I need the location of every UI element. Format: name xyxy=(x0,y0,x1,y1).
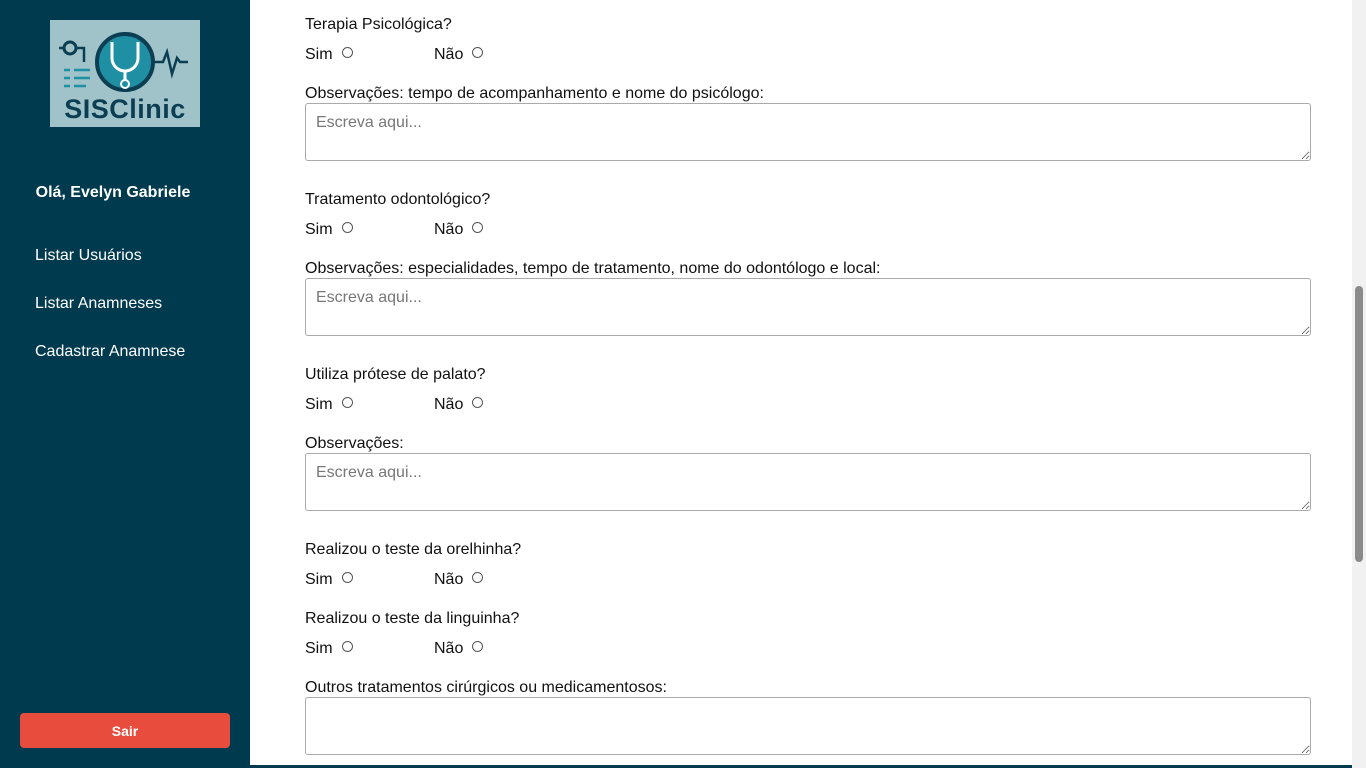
scrollbar-thumb[interactable] xyxy=(1355,286,1363,562)
radio-linguinha-sim[interactable] xyxy=(342,641,353,652)
radio-linguinha-nao[interactable] xyxy=(472,641,483,652)
option-nao-label: Não xyxy=(434,46,464,63)
obs-odonto-textarea[interactable] xyxy=(305,278,1311,336)
sidebar-item-listar-usuarios[interactable]: Listar Usuários xyxy=(35,246,185,294)
question-terapia-psicologica: Terapia Psicológica? xyxy=(305,16,452,33)
question-teste-orelhinha: Realizou o teste da orelhinha? xyxy=(305,541,522,558)
question-tratamento-odontologico: Tratamento odontológico? xyxy=(305,191,491,208)
option-nao-label: Não xyxy=(434,571,464,588)
outros-tratamentos-label: Outros tratamentos cirúrgicos ou medicam… xyxy=(305,679,667,696)
question-teste-linguinha: Realizou o teste da linguinha? xyxy=(305,610,520,627)
radio-psicologica-sim[interactable] xyxy=(342,47,353,58)
option-sim-label: Sim xyxy=(305,571,333,588)
obs-protese-textarea[interactable] xyxy=(305,453,1311,511)
anamnese-form: Terapia Psicológica? Sim Não Observações… xyxy=(250,0,1352,768)
radio-odonto-sim[interactable] xyxy=(342,222,353,233)
radio-protese-sim[interactable] xyxy=(342,397,353,408)
option-nao-label: Não xyxy=(434,396,464,413)
option-sim-label: Sim xyxy=(305,396,333,413)
sisclinic-logo[interactable]: SISClinic xyxy=(50,20,200,127)
obs-psicologica-textarea[interactable] xyxy=(305,103,1311,161)
radio-orelhinha-nao[interactable] xyxy=(472,572,483,583)
option-sim-label: Sim xyxy=(305,46,333,63)
option-nao-label: Não xyxy=(434,640,464,657)
radio-protese-nao[interactable] xyxy=(472,397,483,408)
sidebar-nav: Listar Usuários Listar Anamneses Cadastr… xyxy=(35,246,185,390)
radio-odonto-nao[interactable] xyxy=(472,222,483,233)
logo-text: SISClinic xyxy=(64,94,186,124)
option-sim-label: Sim xyxy=(305,221,333,238)
sidebar: SISClinic Olá, Evelyn Gabriele Listar Us… xyxy=(0,0,250,768)
option-nao-label: Não xyxy=(434,221,464,238)
sidebar-item-listar-anamneses[interactable]: Listar Anamneses xyxy=(35,294,185,342)
obs-odonto-label: Observações: especialidades, tempo de tr… xyxy=(305,260,881,277)
radio-orelhinha-sim[interactable] xyxy=(342,572,353,583)
user-greeting: Olá, Evelyn Gabriele xyxy=(35,184,191,201)
sidebar-item-cadastrar-anamnese[interactable]: Cadastrar Anamnese xyxy=(35,342,185,390)
page-scrollbar[interactable] xyxy=(1352,0,1366,768)
outros-tratamentos-textarea[interactable] xyxy=(305,697,1311,755)
obs-psicologica-label: Observações: tempo de acompanhamento e n… xyxy=(305,85,764,102)
question-protese-palato: Utiliza prótese de palato? xyxy=(305,366,486,383)
option-sim-label: Sim xyxy=(305,640,333,657)
radio-psicologica-nao[interactable] xyxy=(472,47,483,58)
logout-button[interactable]: Sair xyxy=(20,713,230,748)
obs-protese-label: Observações: xyxy=(305,435,404,452)
